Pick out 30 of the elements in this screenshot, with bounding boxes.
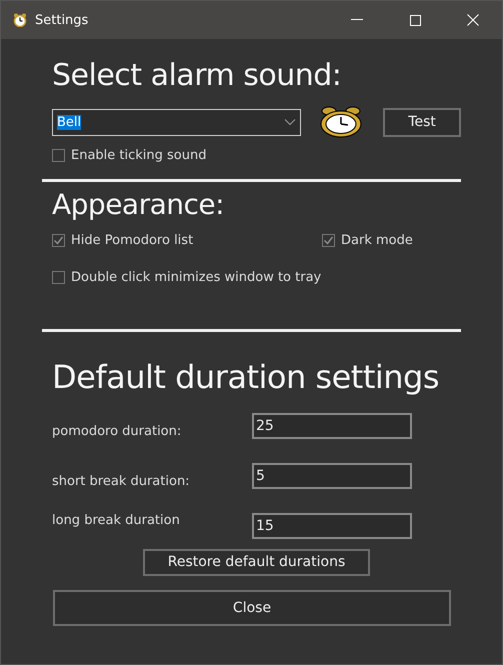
duration-input[interactable]: 5	[252, 462, 412, 489]
checkbox[interactable]	[322, 234, 335, 247]
section-heading: Appearance:	[52, 190, 226, 221]
chevron-down-icon	[284, 118, 296, 126]
check-icon	[323, 234, 334, 246]
window-title: Settings	[35, 12, 90, 28]
duration-input[interactable]: 15	[252, 512, 412, 539]
field-label: short break duration:	[52, 474, 191, 489]
restore-defaults-button[interactable]: Restore default durations	[143, 548, 370, 576]
alarm-sound-dropdown[interactable]: Bell	[52, 108, 302, 136]
checkbox[interactable]	[52, 270, 65, 284]
checkbox[interactable]	[52, 149, 65, 162]
checkbox-option[interactable]: Enable ticking sound	[52, 148, 206, 163]
section-heading: Default duration settings	[52, 360, 440, 395]
field-label: pomodoro duration:	[52, 424, 182, 439]
alarm-clock-icon	[13, 13, 27, 27]
close-icon	[467, 14, 479, 26]
check-icon	[53, 234, 64, 246]
field-label: long break duration	[52, 512, 181, 528]
maximize-icon	[410, 14, 420, 26]
duration-input[interactable]: 25	[252, 412, 412, 439]
test-button[interactable]: Test	[383, 108, 461, 136]
alarm-clock-icon	[319, 106, 364, 138]
checkbox[interactable]	[52, 234, 65, 247]
checkbox-option[interactable]: Hide Pomodoro list	[52, 232, 322, 248]
section-heading: Select alarm sound:	[52, 59, 342, 92]
close-dialog-button[interactable]: Close	[53, 590, 451, 626]
minimize-icon	[351, 19, 363, 21]
checkbox-option[interactable]: Dark mode	[322, 232, 413, 248]
checkbox-option[interactable]: Double click minimizes window to tray	[52, 270, 322, 285]
